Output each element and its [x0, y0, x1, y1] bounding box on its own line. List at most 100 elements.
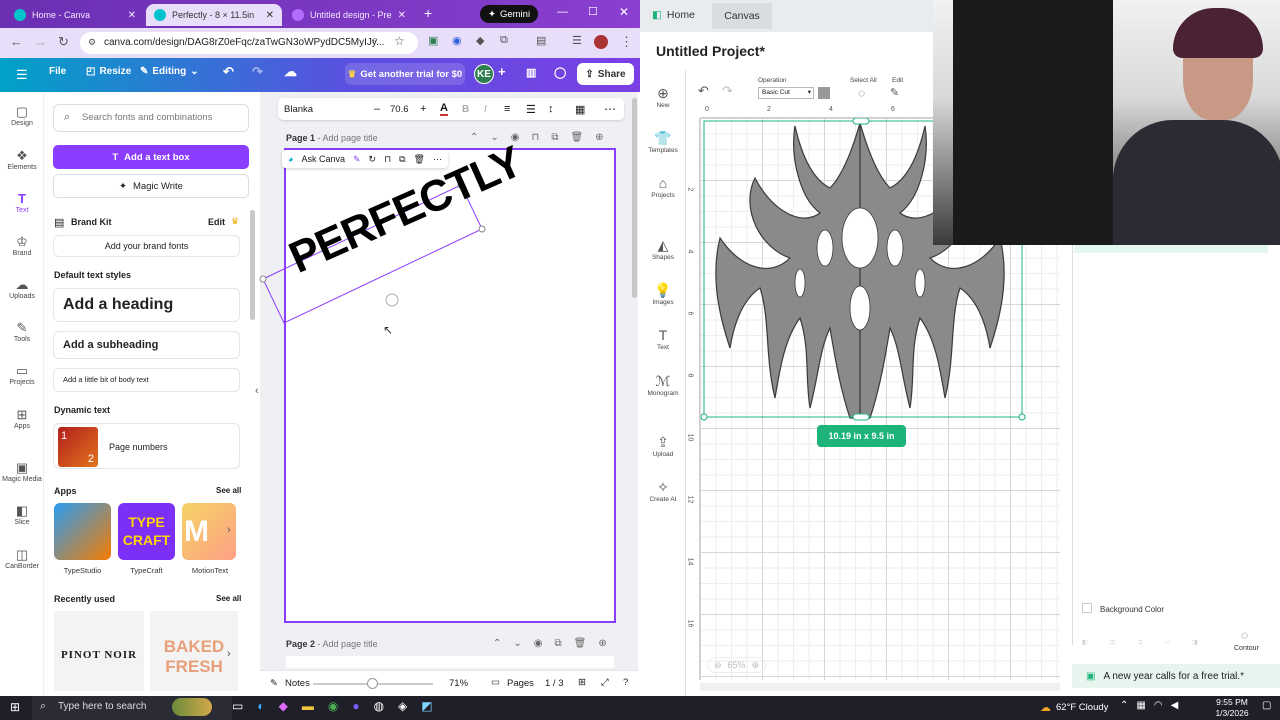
site-info-icon[interactable]: ⚙ — [88, 37, 96, 48]
redo-icon[interactable]: ↷ — [722, 83, 733, 99]
zoom-control[interactable]: ⊖ 65% ⊕ — [707, 657, 767, 673]
zoom-in-icon[interactable]: ⊕ — [752, 660, 760, 671]
list-icon[interactable]: ☰ — [526, 103, 536, 116]
zoom-search-icon[interactable]: ⌕ — [372, 34, 378, 47]
extension-icon[interactable]: ▣ — [428, 34, 438, 47]
transparency-icon[interactable]: ▦ — [575, 103, 585, 116]
rail-item-brand[interactable]: ♔ Brand — [0, 234, 44, 257]
combine-icon[interactable]: ◫ — [1110, 639, 1116, 646]
select-all-icon[interactable]: ◌ — [858, 86, 865, 100]
sidepanel-icon[interactable]: ☰ — [572, 34, 582, 47]
delete-icon[interactable]: 🗑 — [414, 154, 425, 165]
more-icon[interactable]: ⋯ — [433, 154, 442, 165]
chevron-up-icon[interactable]: ⌃ — [1120, 700, 1128, 711]
clock-time[interactable]: 9:55 PM — [1208, 697, 1256, 707]
extension-icon[interactable]: ◆ — [476, 34, 484, 47]
zoom-level[interactable]: 71% — [449, 678, 468, 689]
chevron-up-icon[interactable]: ⌃ — [493, 638, 501, 649]
menu-dots-icon[interactable]: ⋮ — [620, 34, 633, 50]
duplicate-page-icon[interactable]: ⧉ — [551, 132, 558, 143]
rail-item-tools[interactable]: ✎ Tools — [0, 320, 44, 343]
rail-item-canborder[interactable]: ◫ CanBorder — [0, 547, 44, 570]
reload-icon[interactable]: ↻ — [58, 34, 69, 50]
text-color-icon[interactable]: A — [440, 102, 448, 116]
zoom-out-icon[interactable]: ⊖ — [714, 660, 722, 671]
contour-label[interactable]: Contour — [1234, 645, 1259, 652]
tool-monogram[interactable]: ℳ Monogram — [641, 372, 685, 397]
add-subheading-button[interactable]: Add a subheading — [53, 331, 240, 359]
grid-view-icon[interactable]: ⊞ — [578, 677, 586, 688]
file-explorer-icon[interactable]: ▬ — [302, 699, 314, 713]
brand-kit-edit-link[interactable]: Edit — [208, 217, 225, 227]
duplicate-page-icon[interactable]: ⧉ — [555, 638, 562, 649]
add-brand-fonts-button[interactable]: Add your brand fonts — [53, 235, 240, 257]
minimize-icon[interactable]: — — [557, 6, 568, 18]
redo-icon[interactable]: ↷ — [252, 64, 263, 80]
apps-see-all-link[interactable]: See all — [216, 486, 241, 495]
rail-item-projects[interactable]: ▭ Projects — [0, 363, 44, 386]
close-icon[interactable]: ✕ — [398, 10, 406, 21]
typecraft-app-thumbnail[interactable]: TYPE CRAFT — [118, 503, 175, 560]
weld-icon[interactable]: ◨ — [1192, 639, 1198, 646]
gemini-button[interactable]: ✦ Gemini — [480, 5, 539, 23]
add-page-title[interactable]: - Add page title — [318, 639, 378, 649]
canvas-scrollbar[interactable] — [632, 98, 637, 298]
rail-item-magic-media[interactable]: ▣ Magic Media — [0, 460, 44, 483]
editing-mode-button[interactable]: ✎ Editing ⌄ — [140, 66, 199, 77]
increase-size-icon[interactable]: + — [420, 103, 426, 115]
more-options-icon[interactable]: ⋯ — [604, 102, 616, 116]
chrome-icon[interactable]: ◉ — [328, 699, 338, 713]
layer-row[interactable] — [1074, 245, 1268, 253]
zoom-slider-handle[interactable] — [367, 678, 378, 689]
operation-select[interactable]: Basic Cut ▾ — [758, 87, 814, 99]
typestudio-app-thumbnail[interactable] — [54, 503, 111, 560]
rail-item-design[interactable]: ▢ Design — [0, 104, 44, 127]
wifi-icon[interactable]: ◠ — [1154, 700, 1163, 711]
windows-start-icon[interactable]: ⊞ — [10, 700, 20, 714]
notes-icon[interactable]: ✎ — [270, 678, 278, 689]
task-view-icon[interactable]: ▭ — [232, 699, 243, 713]
cricut-tab-canvas[interactable]: Canvas — [712, 3, 772, 29]
get-trial-button[interactable]: ♛ Get another trial for $0 — [345, 63, 465, 85]
flatten-icon[interactable]: ▭ — [1164, 639, 1170, 646]
color-swatch[interactable] — [818, 87, 830, 99]
tool-new[interactable]: ⊕ New — [641, 84, 685, 109]
add-heading-button[interactable]: Add a heading — [53, 288, 240, 322]
chevron-up-icon[interactable]: ⌃ — [470, 132, 478, 143]
comment-icon[interactable]: ◯ — [554, 66, 566, 79]
rail-item-uploads[interactable]: ☁ Uploads — [0, 277, 44, 300]
hide-page-icon[interactable]: ◉ — [511, 132, 520, 143]
taskbar-search-placeholder[interactable]: Type here to search — [58, 701, 146, 712]
recent-see-all-link[interactable]: See all — [216, 594, 241, 603]
collapse-panel-icon[interactable]: ‹ — [255, 385, 259, 397]
clock-date[interactable]: 1/3/2026 — [1208, 708, 1256, 718]
design-page-2[interactable] — [286, 656, 614, 668]
magic-edit-icon[interactable]: ✎ — [353, 154, 361, 165]
italic-icon[interactable]: I — [484, 104, 487, 115]
lock-icon[interactable]: ⊓ — [384, 154, 391, 165]
notification-icon[interactable]: ▢ — [1262, 700, 1271, 711]
magic-write-button[interactable]: ✦ Magic Write — [53, 174, 249, 198]
tab-home-canva[interactable]: Home - Canva ✕ — [6, 4, 144, 26]
font-size-input[interactable]: 70.6 — [390, 104, 409, 115]
edge-icon[interactable]: ◐ — [257, 699, 264, 713]
add-collaborator-icon[interactable]: + — [498, 64, 506, 79]
slice-icon[interactable]: ◧ — [1082, 639, 1088, 646]
lock-icon[interactable]: ⊓ — [532, 132, 540, 143]
rail-item-text[interactable]: T Text — [0, 191, 44, 214]
add-page-title[interactable]: - Add page title — [318, 133, 378, 143]
rotate-icon[interactable]: ↻ — [369, 154, 377, 165]
add-text-box-button[interactable]: T Add a text box — [53, 145, 249, 169]
align-center-icon[interactable]: ≡ — [504, 103, 510, 115]
ask-canva-button[interactable]: Ask Canva — [301, 154, 345, 164]
close-icon[interactable]: ✕ — [266, 10, 274, 21]
contour-icon[interactable]: ◌ — [1241, 628, 1248, 642]
chevron-right-icon[interactable]: › — [227, 648, 231, 660]
free-trial-banner[interactable]: ▣ A new year calls for a free trial.* — [1072, 664, 1280, 688]
delete-page-icon[interactable]: 🗑 — [570, 132, 583, 143]
obs-icon[interactable]: ● — [352, 699, 359, 713]
decrease-size-icon[interactable]: – — [374, 103, 380, 115]
pages-button[interactable]: Pages — [507, 678, 534, 689]
app-icon[interactable]: ◈ — [398, 699, 407, 713]
bold-icon[interactable]: B — [462, 104, 469, 115]
